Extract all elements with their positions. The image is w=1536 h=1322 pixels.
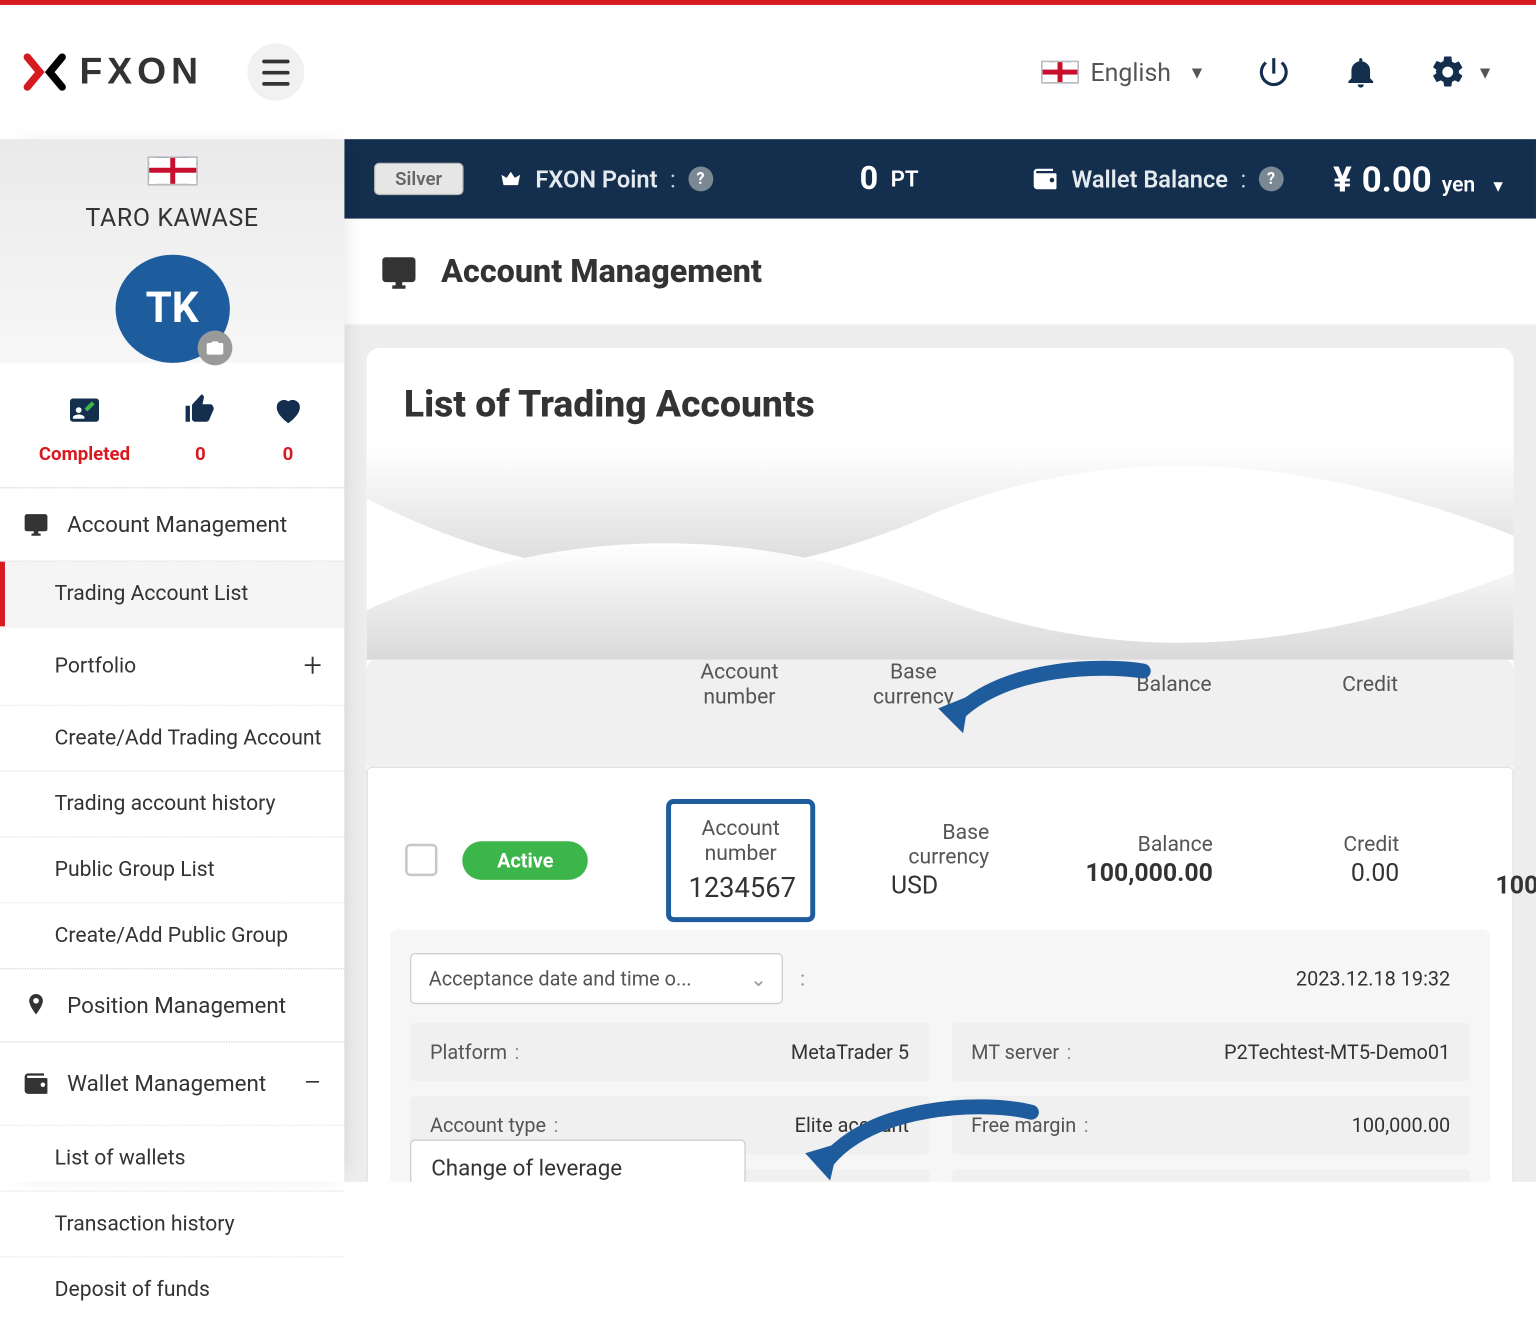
- tier-badge: Silver: [374, 163, 463, 195]
- chevron-down-icon: ▼: [1188, 62, 1205, 83]
- plus-icon: +: [304, 647, 322, 684]
- effective-margin: 100,000.00: [1412, 870, 1536, 900]
- trading-accounts-card: List of Trading Accounts Acco: [367, 348, 1514, 1182]
- brand-logo[interactable]: FXON: [22, 50, 203, 95]
- monitor-icon: [22, 511, 49, 538]
- base-currency: USD: [828, 870, 1002, 900]
- stat-value: 0: [195, 442, 206, 464]
- wallet-icon: [1032, 165, 1059, 192]
- brand-wordmark: FXON: [80, 51, 203, 93]
- app-header: FXON English ▼ ▼: [0, 5, 1536, 139]
- stat-likes[interactable]: 0: [183, 393, 218, 465]
- main-content: Account Management List of Trading Accou…: [344, 219, 1536, 1182]
- nav-item-trading-list[interactable]: Trading Account List: [0, 560, 344, 626]
- account-number: 1234567: [688, 873, 792, 904]
- stat-completed[interactable]: Completed: [39, 393, 130, 465]
- account-number-highlight: Account number 1234567: [666, 798, 815, 921]
- wallet-balance[interactable]: ¥ 0.00 yen ▼: [1333, 158, 1506, 199]
- chevron-down-icon: ▼: [1477, 62, 1494, 83]
- balance: 100,000.00: [1002, 857, 1226, 887]
- page-title: Account Management: [441, 253, 762, 290]
- id-card-icon: [67, 393, 102, 428]
- nav-item-ta-history[interactable]: Trading account history: [0, 770, 344, 836]
- help-icon[interactable]: ?: [1259, 167, 1284, 192]
- point-value: 0: [860, 160, 879, 197]
- nav-item-deposit[interactable]: Deposit of funds: [0, 1256, 344, 1322]
- nav-item-tx-history[interactable]: Transaction history: [0, 1191, 344, 1257]
- point-label: FXON Point: [535, 165, 657, 194]
- chevron-down-icon: ▼: [1490, 176, 1506, 196]
- avatar[interactable]: TK: [115, 255, 229, 363]
- menu-toggle-button[interactable]: [248, 43, 305, 100]
- timestamp: 2023.12.18 19:32: [931, 949, 1470, 1007]
- page-title-bar: Account Management: [344, 219, 1536, 326]
- wallet-unit: yen: [1442, 172, 1476, 197]
- heart-icon: [271, 393, 306, 428]
- crown-icon: [498, 167, 523, 192]
- account-panel: Active Account number 1234567 Basecurren…: [367, 767, 1514, 1182]
- nav-item-wallets[interactable]: List of wallets: [0, 1125, 344, 1191]
- nav-group-position[interactable]: Position Management: [0, 968, 344, 1041]
- uk-flag-icon: [147, 157, 197, 185]
- point-unit: PT: [891, 166, 919, 192]
- wallet-icon: [22, 1070, 49, 1097]
- logo-mark-icon: [22, 50, 67, 95]
- language-switcher[interactable]: English ▼: [1041, 57, 1206, 87]
- stat-value: 0: [283, 442, 294, 464]
- list-title: List of Trading Accounts: [404, 383, 1476, 426]
- stat-label: Completed: [39, 442, 130, 464]
- nav-item-create-ta[interactable]: Create/Add Trading Account: [0, 705, 344, 771]
- nav-item-create-pg[interactable]: Create/Add Public Group: [0, 902, 344, 968]
- row-checkbox[interactable]: [405, 844, 437, 876]
- nav-item-portfolio[interactable]: Portfolio+: [0, 626, 344, 704]
- date-select[interactable]: Acceptance date and time o... ⌄: [410, 953, 783, 1004]
- thumbs-up-icon: [183, 393, 218, 428]
- currency-symbol: ¥: [1333, 158, 1352, 199]
- profile-panel: TARO KAWASE TK: [0, 139, 344, 363]
- account-detail: Acceptance date and time o... ⌄ : 2023.1…: [390, 930, 1490, 1182]
- ops-dropdown-menu: Change of leverage Change password Accou…: [410, 1140, 746, 1182]
- wallet-value: 0.00: [1362, 158, 1432, 199]
- nav-group-account[interactable]: Account Management: [0, 487, 344, 560]
- language-label: English: [1091, 57, 1171, 87]
- minus-icon: −: [303, 1065, 321, 1102]
- profile-name: TARO KAWASE: [86, 202, 259, 232]
- profile-stats: Completed 0 0: [0, 363, 344, 487]
- chevron-down-icon: ⌄: [750, 967, 767, 991]
- opt-change-leverage[interactable]: Change of leverage: [411, 1141, 744, 1182]
- gear-icon: [1429, 53, 1466, 90]
- stat-hearts[interactable]: 0: [271, 393, 306, 465]
- pin-icon: [22, 992, 49, 1019]
- sidebar: TARO KAWASE TK Completed 0 0: [0, 139, 344, 1182]
- wave-separator: [367, 449, 1514, 660]
- uk-flag-icon: [1041, 61, 1078, 83]
- nav-group-wallet[interactable]: Wallet Management −: [0, 1041, 344, 1124]
- status-bar: Silver FXON Point : ? 0 PT Wallet Balanc…: [344, 139, 1536, 219]
- camera-icon[interactable]: [197, 331, 232, 366]
- monitor-icon: [379, 252, 419, 292]
- nav-group-label: Wallet Management: [67, 1071, 266, 1097]
- avatar-initials: TK: [146, 284, 199, 334]
- nav-item-public-groups[interactable]: Public Group List: [0, 836, 344, 902]
- status-badge: Active: [462, 841, 588, 880]
- credit: 0.00: [1225, 857, 1411, 887]
- help-icon[interactable]: ?: [688, 167, 713, 192]
- bell-icon[interactable]: [1342, 53, 1379, 90]
- nav-group-label: Position Management: [67, 992, 286, 1018]
- settings-menu[interactable]: ▼: [1429, 53, 1493, 90]
- wallet-label: Wallet Balance: [1072, 165, 1229, 194]
- power-icon[interactable]: [1255, 53, 1292, 90]
- column-header-row: Accountnumber Basecurrency Balance Credi…: [367, 660, 1514, 767]
- nav-group-label: Account Management: [67, 511, 287, 537]
